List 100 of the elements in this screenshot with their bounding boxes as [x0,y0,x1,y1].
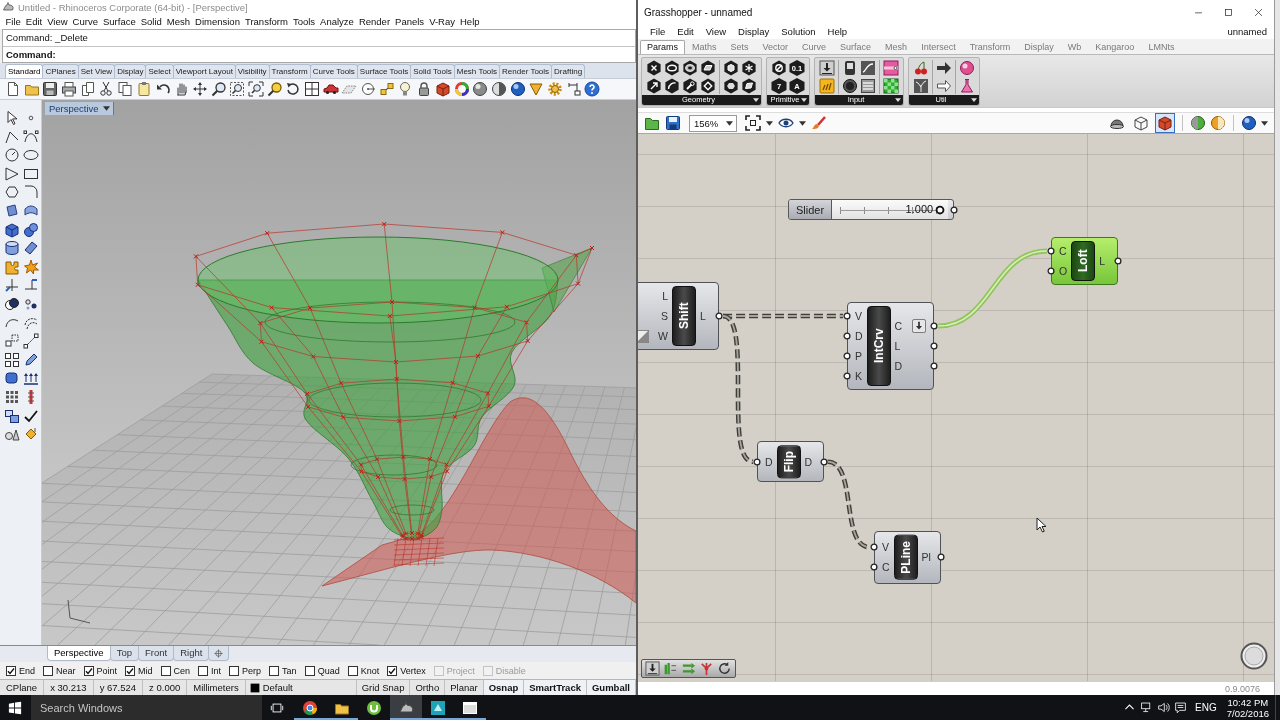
dimension-icon[interactable] [565,81,582,97]
puzzle-icon[interactable] [4,258,20,275]
port-icon[interactable] [715,312,723,320]
checkbox[interactable] [387,665,398,676]
tree-icon[interactable] [913,78,929,94]
port-icon[interactable] [843,312,851,320]
status-toggle[interactable]: SmartTrack [524,680,587,695]
shaded-box-icon[interactable] [1155,113,1175,133]
menu-item[interactable]: Dimension [192,16,243,27]
asterisk-hexagon-icon[interactable] [741,60,757,76]
arrow-hexagon-icon[interactable] [646,78,662,94]
wrench-hexagon-icon[interactable] [682,78,698,94]
cube-hexagon-icon[interactable] [723,60,739,76]
ribbon-tab[interactable]: Kangaroo [1088,40,1142,54]
port-icon[interactable] [936,553,945,562]
menu-item[interactable]: Transform [242,16,291,27]
caret-down-icon[interactable] [753,98,759,102]
paintbrush-icon[interactable] [811,115,827,131]
viewport-tab[interactable]: Top [109,646,139,661]
pointer-icon[interactable] [4,110,20,126]
menu-item[interactable]: Analyze [317,16,357,27]
ribbon-tab[interactable]: Display [1017,40,1061,54]
sphere-icon[interactable] [472,81,489,97]
ribbon-tab[interactable]: Maths [685,40,724,54]
tilted-panel-icon[interactable] [23,240,39,257]
viewport-tab[interactable]: Right [173,646,210,661]
ribbon-tab[interactable]: Params [640,40,685,54]
slashed-circle-hexagon-icon[interactable] [771,60,787,76]
port-icon[interactable] [1047,267,1055,275]
speaker-icon[interactable] [1157,701,1171,714]
status-toggle[interactable]: Osnap [483,680,525,695]
magnifier-icon[interactable] [266,81,283,97]
port-icon[interactable] [1114,257,1123,265]
glossy-ball-icon[interactable] [959,60,975,76]
checkbox[interactable] [304,665,315,676]
half-shaded-sphere-icon[interactable] [1190,115,1206,131]
ribbon-tab[interactable]: Wb [1060,40,1089,54]
diamond-hexagon-icon[interactable] [700,78,716,94]
arrow-right-icon[interactable] [936,60,952,76]
rotate-arrow-icon[interactable] [285,81,302,97]
port-icon[interactable] [843,372,851,380]
pencil-icon[interactable] [23,351,39,368]
surface-points-icon[interactable] [4,202,20,219]
caret-down-icon[interactable] [895,98,901,102]
checkbox[interactable] [125,665,136,676]
number-slider[interactable]: Slider 1.000 [788,199,955,220]
branching-icon[interactable] [699,661,714,676]
viewport-tab[interactable]: Front [137,646,175,661]
port-icon[interactable] [843,332,851,340]
toolbar-tab[interactable]: Standard [5,64,44,78]
checkbox[interactable] [160,665,171,676]
ribbon-tab[interactable]: Sets [723,40,756,54]
overlapping-circles-icon[interactable] [4,295,20,312]
ellipse-hexagon-icon[interactable] [664,60,680,76]
magnifier-frame-icon[interactable] [229,81,246,97]
magnifier-icon[interactable] [210,81,227,97]
gear-icon[interactable] [546,81,563,97]
curve-tile-icon[interactable] [860,60,876,76]
menu-item[interactable]: File [3,16,24,27]
viewport-tab[interactable]: Perspective [47,646,111,661]
download-icon[interactable] [645,661,660,676]
ribbon-tab[interactable]: LMNts [1141,40,1182,54]
dial-icon[interactable] [1240,642,1268,670]
checkbox[interactable] [6,665,16,676]
port-icon[interactable] [1047,247,1055,255]
menu-item[interactable]: Edit [23,16,45,27]
control-point-curve-icon[interactable] [23,128,39,145]
magnifier-corners-icon[interactable] [247,81,264,97]
menu-item[interactable]: Surface [100,16,139,27]
clock-date[interactable]: 7/02/2016 [1226,707,1269,719]
help-icon[interactable] [584,81,601,97]
status-toggle[interactable]: Gumball [587,680,636,695]
flask-icon[interactable] [959,78,975,94]
ring-hexagon-icon[interactable] [682,60,698,76]
folder-icon[interactable] [644,115,660,131]
menu-item[interactable]: File [644,26,672,37]
port-icon[interactable] [753,457,761,466]
spheres-icon[interactable] [23,221,39,238]
shape-hexagon-icon[interactable] [723,78,739,94]
curved-surface-icon[interactable] [23,202,39,219]
crosshair-circle-icon[interactable] [360,81,377,97]
port-icon[interactable] [950,205,959,214]
checkbox[interactable] [347,665,358,676]
caret-down-icon[interactable] [799,120,806,126]
square-grid-icon[interactable] [4,351,20,368]
port-icon[interactable] [930,362,939,370]
parallelogram-hexagon-icon[interactable] [700,60,716,76]
sphere-icon[interactable] [509,81,526,97]
windows-logo-icon[interactable] [8,700,22,715]
port-icon[interactable] [870,543,878,552]
menu-item[interactable]: Render [356,16,393,27]
menu-item[interactable]: Mesh [164,16,193,27]
squares-icon[interactable] [378,81,395,97]
checkbox[interactable] [43,665,53,676]
scale-icon[interactable] [4,333,20,350]
port-icon[interactable] [930,342,939,350]
clipboard-icon[interactable] [135,81,152,97]
toolbar-tab[interactable]: Display [114,64,147,78]
sheet-hexagon-icon[interactable] [741,78,757,94]
cherries-icon[interactable] [913,60,929,76]
